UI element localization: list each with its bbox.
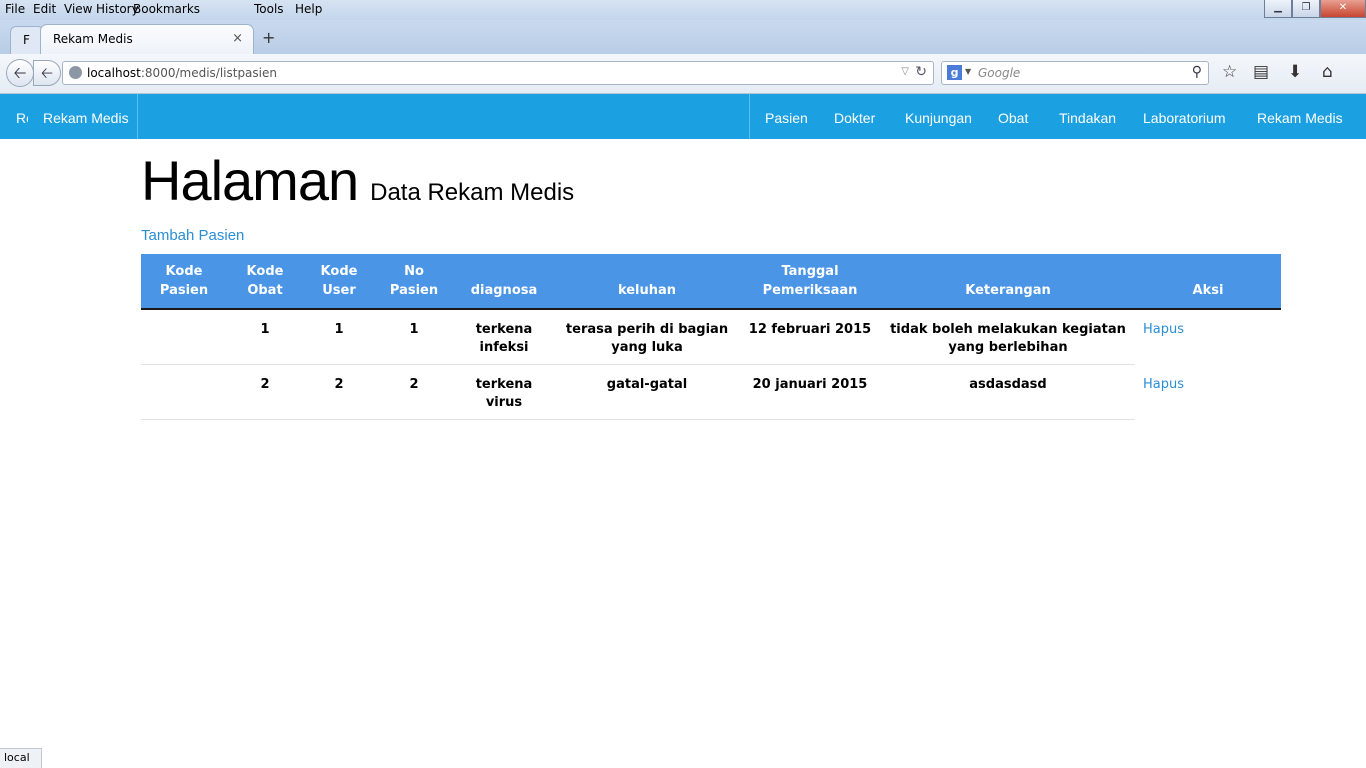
- cell-diagnosa: terkena infeksi: [453, 309, 555, 365]
- cell-keluhan: gatal-gatal: [555, 364, 739, 420]
- page-title-main: Halaman: [141, 149, 359, 212]
- nav-laboratorium[interactable]: Laboratorium: [1143, 110, 1226, 126]
- nav-pasien[interactable]: Pasien: [765, 110, 808, 126]
- menu-tools[interactable]: Tools: [254, 2, 284, 16]
- globe-icon: [69, 66, 82, 79]
- cell-aksi: Hapus: [1135, 309, 1281, 365]
- url-bar[interactable]: localhost:8000/medis/listpasien ▽ ↻: [62, 61, 934, 85]
- nav-obat[interactable]: Obat: [998, 110, 1028, 126]
- cell-kode-pasien: [141, 364, 227, 420]
- page-subtitle: Data Rekam Medis: [370, 179, 575, 206]
- col-kode-pasien: Kode Pasien: [141, 254, 227, 310]
- col-tanggal-pemeriksaan: Tanggal Pemeriksaan: [739, 254, 881, 310]
- menu-edit[interactable]: Edit: [33, 2, 56, 16]
- nav-kunjungan[interactable]: Kunjungan: [905, 110, 972, 126]
- status-bar: local: [0, 748, 42, 768]
- col-diagnosa: diagnosa: [453, 254, 555, 310]
- menu-bar: File Edit View History Bookmarks Tools H…: [0, 0, 1366, 20]
- search-bar[interactable]: g ▼ Google ⚲: [941, 61, 1209, 85]
- col-aksi: Aksi: [1135, 254, 1281, 310]
- cell-kode-user: 1: [303, 309, 375, 365]
- menu-file[interactable]: File: [5, 2, 25, 16]
- brand-link[interactable]: Re: [16, 110, 28, 126]
- dropdown-icon[interactable]: ▽: [901, 66, 909, 77]
- cell-tanggal: 12 februari 2015: [739, 309, 881, 365]
- nav-rekam-medis[interactable]: Rekam Medis: [1257, 110, 1343, 126]
- menu-view[interactable]: View: [64, 2, 92, 16]
- app-navbar: Re Rekam Medis Pasien Dokter Kunjungan O…: [0, 94, 1366, 139]
- col-kode-user: Kode User: [303, 254, 375, 310]
- cell-kode-pasien: [141, 309, 227, 365]
- cell-tanggal: 20 januari 2015: [739, 364, 881, 420]
- add-patient-link[interactable]: Tambah Pasien: [141, 227, 244, 244]
- cell-kode-user: 2: [303, 364, 375, 420]
- col-keluhan: keluhan: [555, 254, 739, 310]
- menu-help[interactable]: Help: [295, 2, 322, 16]
- cell-no-pasien: 1: [375, 309, 453, 365]
- maximize-button[interactable]: ❐: [1292, 0, 1320, 18]
- engine-dropdown-icon[interactable]: ▼: [965, 67, 971, 76]
- table-row: 2 2 2 terkena virus gatal-gatal 20 janua…: [141, 364, 1281, 420]
- divider: [137, 94, 138, 139]
- bookmarks-list-icon[interactable]: ▤: [1253, 62, 1269, 82]
- cell-kode-obat: 1: [227, 309, 303, 365]
- cell-no-pasien: 2: [375, 364, 453, 420]
- table-header-row: Kode Pasien Kode Obat Kode User No Pasie…: [141, 254, 1281, 310]
- delete-link[interactable]: Hapus: [1143, 377, 1184, 392]
- delete-link[interactable]: Hapus: [1143, 322, 1184, 337]
- divider: [749, 94, 750, 139]
- brand-rekam-medis[interactable]: Rekam Medis: [43, 110, 129, 126]
- col-keterangan: Keterangan: [881, 254, 1135, 310]
- close-tab-icon[interactable]: ×: [232, 31, 243, 46]
- url-text: localhost:8000/medis/listpasien: [87, 66, 277, 80]
- table-row: 1 1 1 terkena infeksi terasa perih di ba…: [141, 309, 1281, 365]
- col-kode-obat: Kode Obat: [227, 254, 303, 310]
- window-controls: ▁ ❐ ✕: [1264, 0, 1366, 18]
- forward-icon[interactable]: 🡠: [33, 60, 61, 86]
- tab-active[interactable]: Rekam Medis ×: [40, 24, 254, 54]
- search-icon[interactable]: ⚲: [1192, 64, 1202, 80]
- back-icon[interactable]: 🡠: [6, 59, 34, 87]
- search-input[interactable]: Google: [978, 66, 1020, 80]
- records-table: Kode Pasien Kode Obat Kode User No Pasie…: [141, 254, 1281, 420]
- nav-dokter[interactable]: Dokter: [834, 110, 875, 126]
- cell-keterangan: tidak boleh melakukan kegiatan yang berl…: [881, 309, 1135, 365]
- tab-title: Rekam Medis: [53, 32, 133, 46]
- cell-kode-obat: 2: [227, 364, 303, 420]
- navigation-toolbar: 🡠 🡠 localhost:8000/medis/listpasien ▽ ↻ …: [0, 54, 1366, 94]
- cell-aksi: Hapus: [1135, 365, 1281, 420]
- cell-diagnosa: terkena virus: [453, 364, 555, 420]
- menu-bookmarks[interactable]: Bookmarks: [133, 2, 200, 16]
- home-icon[interactable]: ⌂: [1322, 62, 1333, 82]
- col-no-pasien: No Pasien: [375, 254, 453, 310]
- tab-strip: F Rekam Medis × +: [0, 20, 1366, 54]
- minimize-button[interactable]: ▁: [1264, 0, 1292, 18]
- nav-tindakan[interactable]: Tindakan: [1059, 110, 1116, 126]
- bookmark-star-icon[interactable]: ☆: [1222, 62, 1237, 82]
- tab-previous[interactable]: F: [10, 26, 44, 54]
- cell-keluhan: terasa perih di bagian yang luka: [555, 309, 739, 365]
- download-icon[interactable]: ⬇: [1288, 62, 1302, 82]
- reload-icon[interactable]: ↻: [915, 64, 927, 80]
- cell-keterangan: asdasdasd: [881, 364, 1135, 420]
- new-tab-icon[interactable]: +: [262, 28, 275, 47]
- google-icon[interactable]: g: [947, 65, 962, 80]
- close-window-button[interactable]: ✕: [1320, 0, 1366, 18]
- page-title: Halaman Data Rekam Medis: [141, 148, 574, 213]
